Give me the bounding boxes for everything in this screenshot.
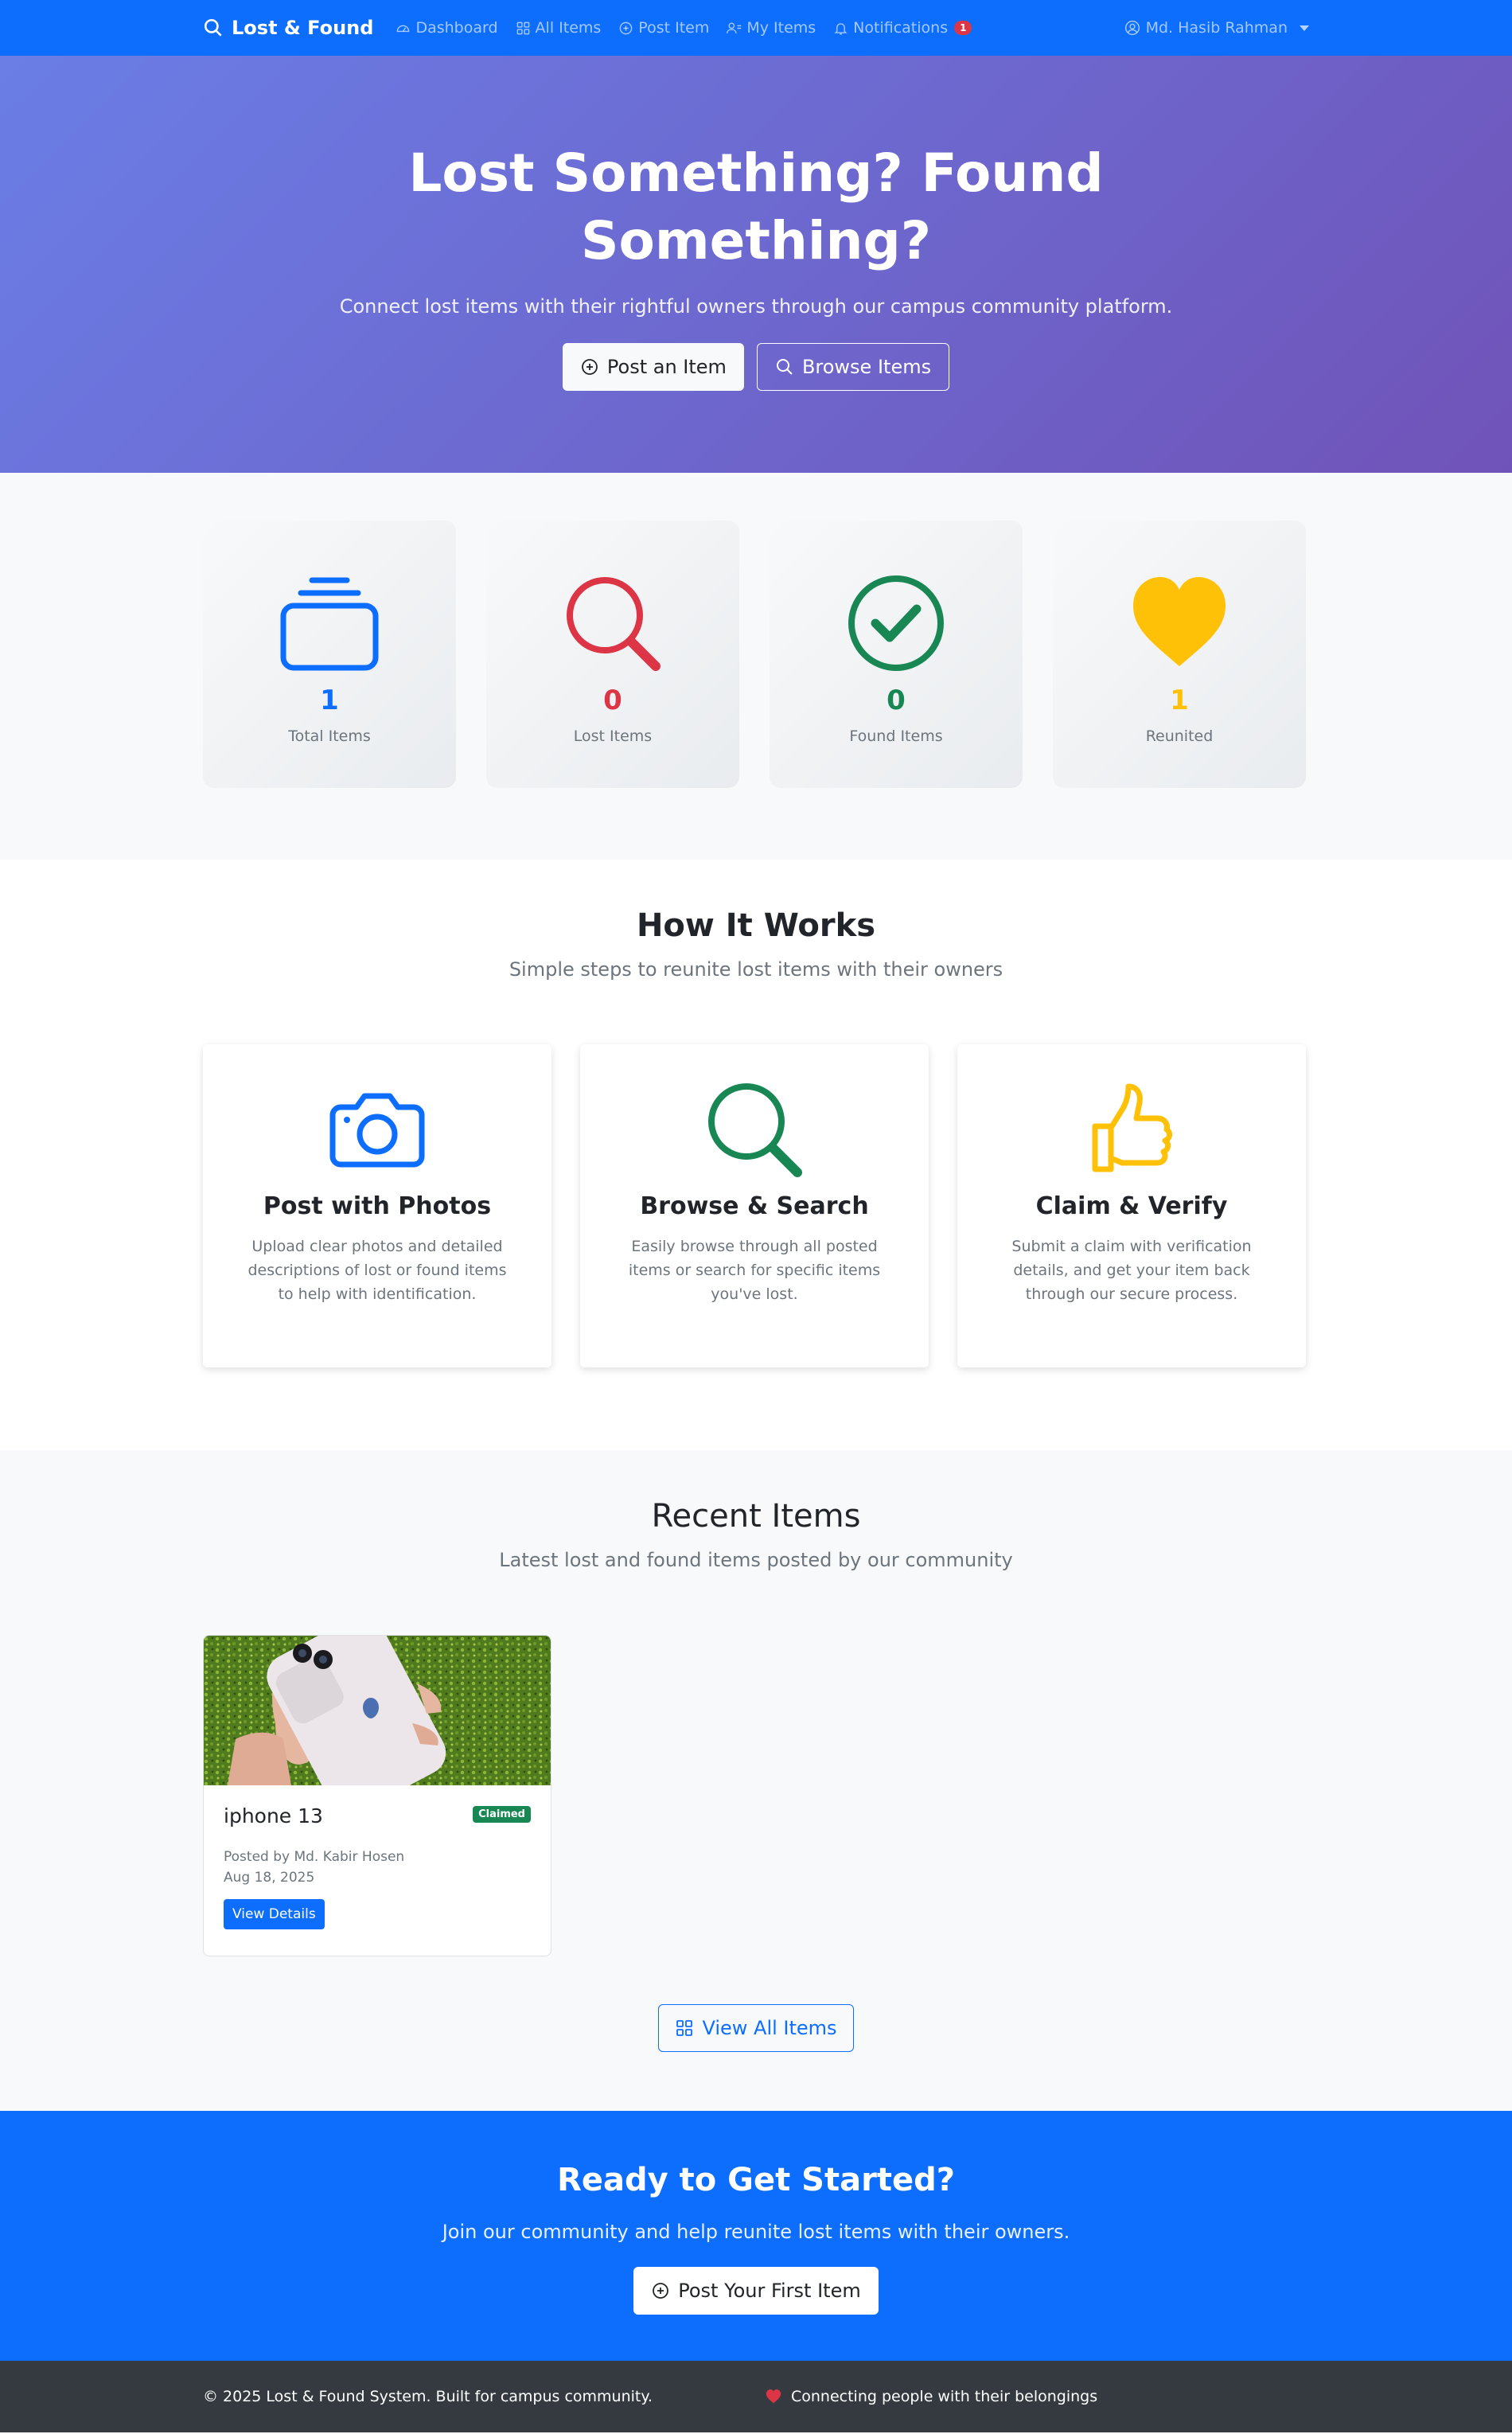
plus-circle-icon <box>619 21 633 34</box>
status-badge: Claimed <box>473 1806 531 1823</box>
person-list-icon <box>727 21 742 33</box>
post-item-label: Post an Item <box>606 356 727 378</box>
stat-value-lost: 0 <box>603 685 622 716</box>
item-posted-by: Posted by Md. Kabir Hosen <box>224 1849 405 1865</box>
stat-label-reunited: Reunited <box>1145 727 1214 745</box>
nav-notifications[interactable]: Notifications 1 <box>833 19 972 37</box>
step-card-claim: Claim & Verify Submit a claim with verif… <box>957 1044 1306 1367</box>
nav-my-items[interactable]: My Items <box>727 19 816 37</box>
step-desc-claim: Submit a claim with verification details… <box>1011 1238 1252 1303</box>
navbar: Lost & Found Dashboard All Items Post It… <box>0 0 1512 56</box>
stat-value-total: 1 <box>320 685 339 716</box>
notification-count-badge: 1 <box>954 21 972 35</box>
hero-subtitle: Connect lost items with their rightful o… <box>339 295 1173 318</box>
footer-tagline: Connecting people with their belongings <box>791 2388 1098 2405</box>
heart-icon <box>1133 577 1226 666</box>
post-item-button[interactable]: Post an Item <box>562 343 744 391</box>
step-desc-browse: Easily browse through all posted items o… <box>628 1238 881 1303</box>
nav-my-items-label: My Items <box>746 19 816 37</box>
stat-label-lost: Lost Items <box>573 727 653 745</box>
grid-icon <box>516 21 529 34</box>
item-photo[interactable] <box>204 1636 551 1785</box>
plus-circle-icon <box>582 359 598 375</box>
stat-card-total: 1 Total Items <box>203 521 456 788</box>
camera-icon <box>329 1093 425 1168</box>
stat-card-found: 0 Found Items <box>770 521 1023 788</box>
how-it-works-section: How It Works Simple steps to reunite los… <box>0 860 1512 1450</box>
stat-card-lost: 0 Lost Items <box>486 521 739 788</box>
stat-label-total: Total Items <box>288 727 371 745</box>
nav-post-item-label: Post Item <box>638 19 710 37</box>
brand-link[interactable]: Lost & Found <box>203 17 373 39</box>
browse-items-label: Browse Items <box>801 356 932 378</box>
collection-icon <box>280 577 379 671</box>
nav-post-item[interactable]: Post Item <box>618 19 709 37</box>
step-title-browse: Browse & Search <box>640 1192 869 1220</box>
nav-notifications-label: Notifications <box>853 19 949 37</box>
search-icon <box>776 359 793 375</box>
nav-dashboard[interactable]: Dashboard <box>396 19 498 37</box>
item-card[interactable]: iphone 13 Claimed Posted by Md. Kabir Ho… <box>203 1635 551 1956</box>
browse-items-button[interactable]: Browse Items <box>756 343 950 391</box>
how-it-works-title: How It Works <box>636 907 876 944</box>
step-card-browse: Browse & Search Easily browse through al… <box>580 1044 929 1367</box>
post-first-item-label: Post Your First Item <box>678 2280 861 2302</box>
recent-items-title: Recent Items <box>651 1498 861 1535</box>
step-title-claim: Claim & Verify <box>1035 1192 1228 1220</box>
user-circle-icon <box>1124 20 1140 36</box>
view-all-items-label: View All Items <box>702 2017 837 2039</box>
nav-all-items-label: All Items <box>535 19 602 37</box>
view-all-items-button[interactable]: View All Items <box>658 2004 854 2052</box>
hero-title: Lost Something? Found Something? <box>408 142 1104 271</box>
stat-card-reunited: 1 Reunited <box>1053 521 1306 788</box>
nav-all-items[interactable]: All Items <box>516 19 602 37</box>
bell-icon <box>834 22 848 34</box>
post-first-item-button[interactable]: Post Your First Item <box>633 2267 879 2315</box>
recent-items-section: Recent Items Latest lost and found items… <box>0 1450 1512 2111</box>
stat-label-found: Found Items <box>849 727 943 745</box>
check-circle-icon <box>848 575 944 671</box>
recent-items-subtitle: Latest lost and found items posted by ou… <box>499 1549 1013 1571</box>
stat-value-found: 0 <box>887 685 906 716</box>
step-desc-post: Upload clear photos and detailed descrip… <box>247 1238 507 1303</box>
grid-icon <box>676 2020 693 2036</box>
search-icon <box>204 18 222 37</box>
footer-copyright: © 2025 Lost & Found System. Built for ca… <box>203 2388 653 2405</box>
chevron-down-icon <box>1300 25 1309 31</box>
brand-name: Lost & Found <box>232 17 374 39</box>
cta-section: Ready to Get Started? Join our community… <box>0 2111 1512 2361</box>
item-date: Aug 18, 2025 <box>224 1870 315 1886</box>
search-icon <box>567 577 661 671</box>
thumbs-up-icon <box>1092 1083 1173 1172</box>
stats-section: 1 Total Items 0 Lost Items 0 Found Items… <box>0 473 1512 860</box>
user-menu-toggle[interactable]: Md. Hasib Rahman <box>1124 19 1309 37</box>
cta-subtitle: Join our community and help reunite lost… <box>442 2221 1070 2243</box>
plus-circle-icon <box>653 2283 669 2299</box>
hero-section: Lost Something? Found Something? Connect… <box>0 56 1512 473</box>
stat-value-reunited: 1 <box>1170 685 1189 716</box>
nav-dashboard-label: Dashboard <box>415 19 498 37</box>
user-name: Md. Hasib Rahman <box>1145 19 1288 37</box>
search-icon <box>708 1083 802 1177</box>
speedometer-icon <box>397 25 410 32</box>
cta-title: Ready to Get Started? <box>557 2162 955 2198</box>
footer: © 2025 Lost & Found System. Built for ca… <box>0 2361 1512 2432</box>
how-it-works-subtitle: Simple steps to reunite lost items with … <box>509 958 1003 981</box>
item-title: iphone 13 <box>224 1804 323 1827</box>
step-card-post: Post with Photos Upload clear photos and… <box>203 1044 551 1367</box>
step-title-post: Post with Photos <box>263 1192 492 1220</box>
heart-icon <box>766 2389 781 2404</box>
view-details-button[interactable]: View Details <box>224 1899 325 1929</box>
